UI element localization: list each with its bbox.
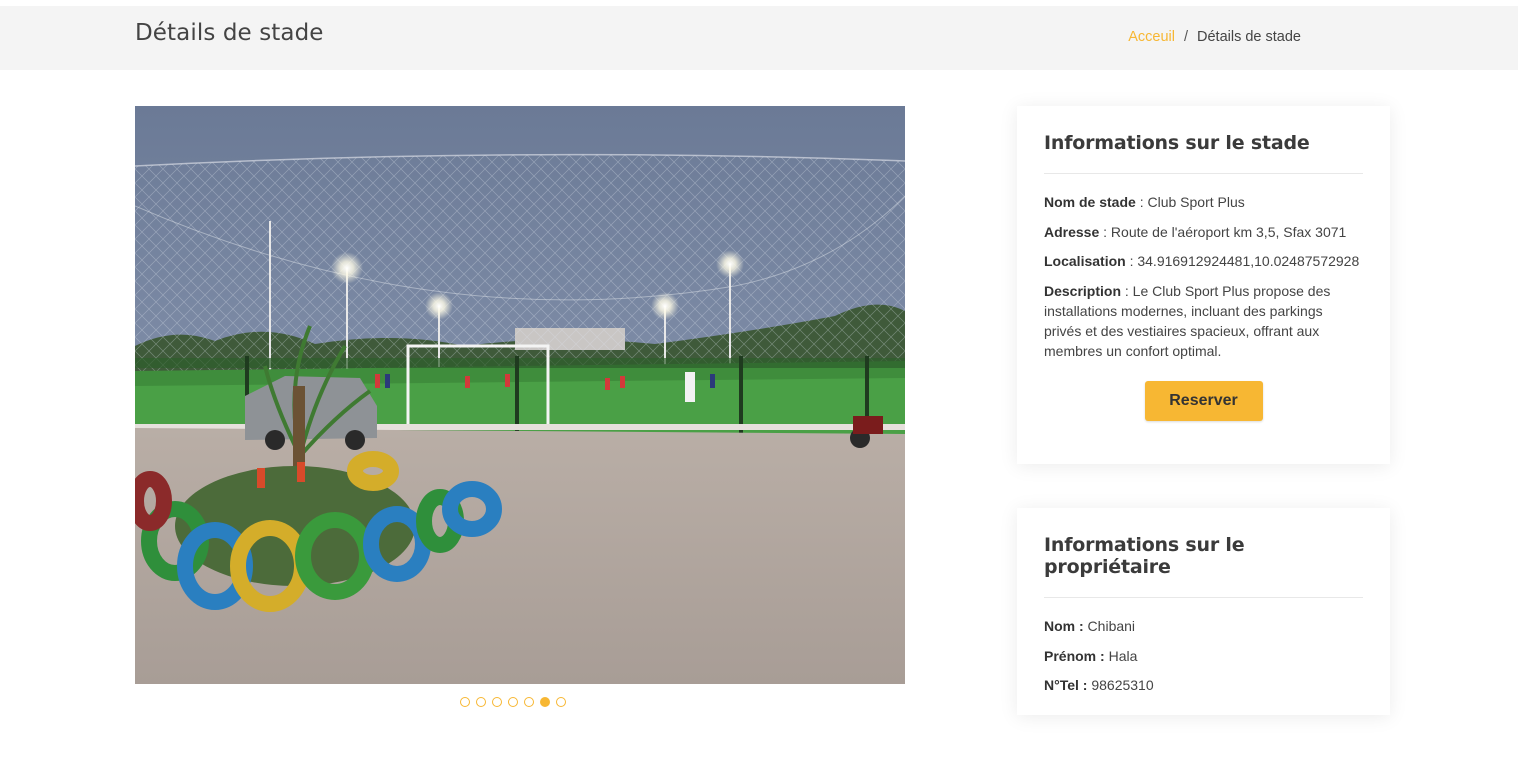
- owner-info-card: Informations sur le propriétaire Nom : C…: [1017, 508, 1390, 715]
- owner-firstname-label: Prénom :: [1044, 647, 1105, 664]
- breadcrumb-separator: /: [1183, 29, 1189, 45]
- reserve-button[interactable]: Reserver: [1144, 380, 1263, 421]
- owner-phone-value: 98625310: [1087, 677, 1154, 693]
- owner-info-list: Nom : Chibani Prénom : Hala N°Tel : 9862…: [1044, 616, 1363, 695]
- stadium-description-label: Description: [1044, 282, 1122, 299]
- owner-info-heading: Informations sur le propriétaire: [1044, 508, 1363, 598]
- owner-lastname-row: Nom : Chibani: [1044, 616, 1363, 636]
- owner-lastname-label: Nom :: [1044, 618, 1084, 634]
- carousel-dot[interactable]: [492, 697, 502, 707]
- page-header: Détails de stade Acceuil / Détails de st…: [0, 6, 1518, 70]
- stadium-address-value: : Route de l'aéroport km 3,5, Sfax 3071: [1099, 223, 1347, 240]
- carousel-pagination: [460, 697, 566, 707]
- page-title: Détails de stade: [135, 20, 324, 46]
- stadium-location-value: : 34.916912924481,10.02487572928: [1125, 253, 1360, 269]
- owner-lastname-value: Chibani: [1083, 618, 1136, 634]
- stadium-name-value: : Club Sport Plus: [1135, 194, 1245, 210]
- breadcrumb-home-link[interactable]: Acceuil: [1128, 29, 1175, 45]
- stadium-location-row: Localisation : 34.916912924481,10.024875…: [1044, 251, 1363, 271]
- owner-firstname-value: Hala: [1104, 647, 1138, 664]
- stadium-name-label: Nom de stade: [1044, 194, 1136, 210]
- breadcrumb-current: Détails de stade: [1197, 29, 1301, 45]
- owner-firstname-row: Prénom : Hala: [1044, 646, 1363, 666]
- owner-phone-row: N°Tel : 98625310: [1044, 675, 1363, 695]
- stadium-address-row: Adresse : Route de l'aéroport km 3,5, Sf…: [1044, 222, 1363, 242]
- stadium-photo: [135, 106, 905, 684]
- stadium-location-label: Localisation: [1044, 253, 1126, 269]
- stadium-info-heading: Informations sur le stade: [1044, 106, 1363, 174]
- stadium-info-list: Nom de stade : Club Sport Plus Adresse :…: [1044, 192, 1363, 361]
- carousel-dot[interactable]: [540, 697, 550, 707]
- stadium-info-card: Informations sur le stade Nom de stade :…: [1017, 106, 1390, 464]
- stadium-name-row: Nom de stade : Club Sport Plus: [1044, 192, 1363, 212]
- carousel-dot[interactable]: [556, 697, 566, 707]
- stadium-photo-carousel[interactable]: [135, 106, 905, 684]
- carousel-dot[interactable]: [460, 697, 470, 707]
- stadium-address-label: Adresse: [1044, 223, 1100, 240]
- carousel-dot[interactable]: [476, 697, 486, 707]
- carousel-dot[interactable]: [524, 697, 534, 707]
- carousel-dot[interactable]: [508, 697, 518, 707]
- owner-phone-label: N°Tel :: [1044, 677, 1088, 693]
- stadium-description-row: Description : Le Club Sport Plus propose…: [1044, 281, 1363, 361]
- breadcrumb: Acceuil / Détails de stade: [1128, 29, 1301, 45]
